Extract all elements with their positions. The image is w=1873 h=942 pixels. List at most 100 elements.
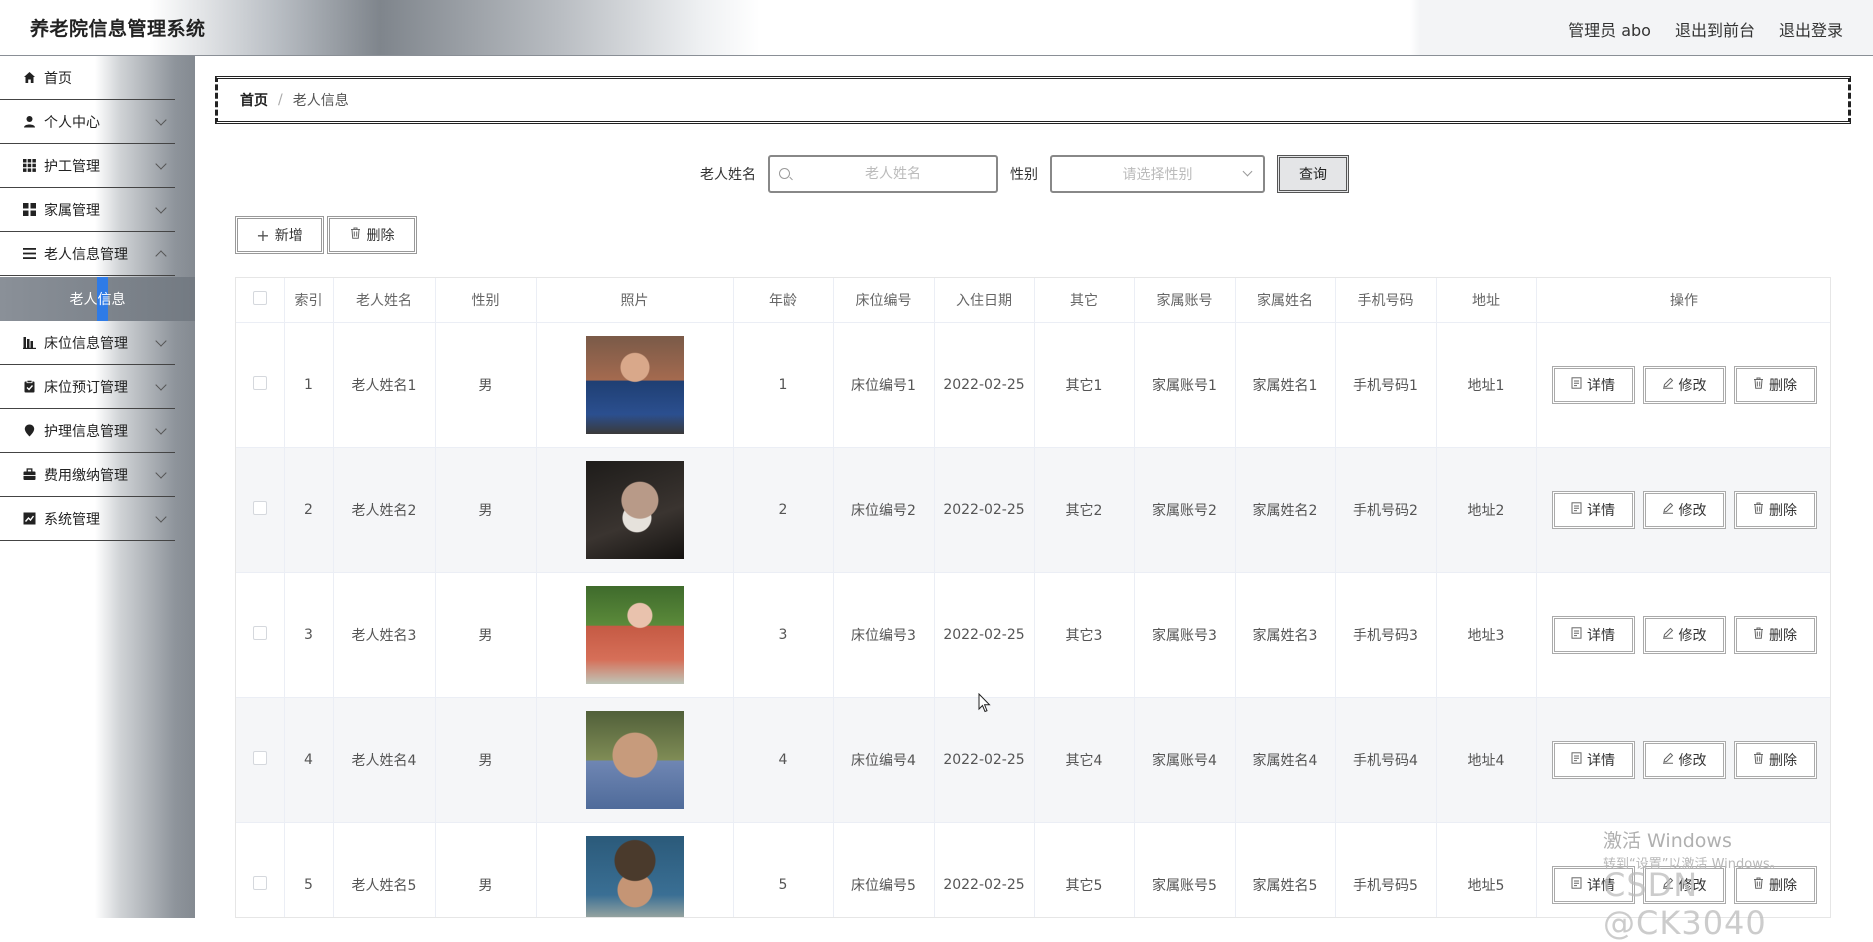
breadcrumb-separator: /: [278, 92, 283, 108]
cell-family-account: 家属账号5: [1134, 822, 1236, 917]
cell-bed: 床位编号1: [833, 322, 935, 448]
sidebar-subitem-elder-info[interactable]: 老人信息: [0, 277, 195, 321]
cell-phone: 手机号码5: [1335, 822, 1437, 917]
delete-button[interactable]: 删除: [1733, 490, 1817, 529]
pencil-icon: [1662, 752, 1674, 767]
cell-age: 2: [733, 447, 834, 573]
table-row[interactable]: 4 老人姓名4 男 4 床位编号4 2022-02-25 其它4 家属账号4 家属姓名4 手机号码…: [236, 697, 1830, 823]
cell-date: 2022-02-25: [934, 822, 1035, 917]
admin-user-label[interactable]: 管理员 abo: [1568, 17, 1651, 41]
breadcrumb-current: 老人信息: [292, 93, 349, 109]
gender-select[interactable]: 请选择性别: [1050, 155, 1265, 193]
document-icon: [1571, 877, 1582, 892]
cell-gender: 男: [435, 572, 537, 698]
sidebar-item-bed-booking[interactable]: 床位预订管理: [0, 365, 175, 409]
edit-button-label: 修改: [1678, 627, 1707, 644]
detail-button[interactable]: 详情: [1551, 365, 1635, 404]
detail-button[interactable]: 详情: [1551, 615, 1635, 654]
cell-index: 2: [284, 447, 334, 573]
row-select-cell: [236, 322, 285, 448]
sidebar-item-fees[interactable]: 费用缴纳管理: [0, 453, 175, 497]
sidebar-item-system[interactable]: 系统管理: [0, 497, 175, 541]
delete-button[interactable]: 删除: [1733, 740, 1817, 779]
cell-name: 老人姓名3: [333, 572, 436, 698]
row-checkbox[interactable]: [252, 625, 267, 640]
cell-address: 地址4: [1436, 697, 1537, 823]
cell-family-name: 家属姓名2: [1235, 447, 1336, 573]
location-icon: [22, 424, 36, 438]
elder-photo: [585, 585, 684, 684]
row-select-cell: [236, 697, 285, 823]
trash-icon: [350, 227, 361, 243]
row-select-cell: [236, 447, 285, 573]
row-checkbox[interactable]: [252, 875, 267, 890]
cell-index: 4: [284, 697, 334, 823]
delete-button-label: 删除: [1769, 877, 1797, 894]
table-row[interactable]: 1 老人姓名1 男 1 床位编号1 2022-02-25 其它1 家属账号1 家属姓名1 手机号码…: [236, 322, 1830, 448]
home-icon: [22, 71, 36, 85]
sidebar-item-caregiver[interactable]: 护工管理: [0, 144, 175, 188]
cell-phone: 手机号码1: [1335, 322, 1437, 448]
delete-button[interactable]: 删除: [1733, 615, 1817, 654]
delete-button[interactable]: 删除: [1733, 865, 1817, 904]
edit-button[interactable]: 修改: [1642, 365, 1726, 404]
cell-other: 其它3: [1034, 572, 1135, 698]
sidebar-item-bed-info[interactable]: 床位信息管理: [0, 321, 175, 365]
add-button[interactable]: + 新增: [235, 216, 324, 254]
query-button[interactable]: 查询: [1277, 155, 1349, 193]
detail-button[interactable]: 详情: [1551, 865, 1635, 904]
gender-select-placeholder: 请选择性别: [1122, 167, 1193, 183]
edit-button[interactable]: 修改: [1642, 865, 1726, 904]
logout-link[interactable]: 退出登录: [1779, 17, 1843, 41]
detail-button[interactable]: 详情: [1551, 740, 1635, 779]
sidebar-item-label: 床位信息管理: [44, 335, 128, 352]
cell-gender: 男: [435, 697, 537, 823]
operations-cell: 详情 修改 删除: [1536, 322, 1830, 448]
cell-gender: 男: [435, 322, 537, 448]
sidebar-item-label: 护工管理: [44, 158, 100, 175]
edit-button[interactable]: 修改: [1642, 490, 1726, 529]
chevron-down-icon: [155, 467, 167, 479]
cell-family-account: 家属账号2: [1134, 447, 1236, 573]
cell-other: 其它2: [1034, 447, 1135, 573]
table-row[interactable]: 3 老人姓名3 男 3 床位编号3 2022-02-25 其它3 家属账号3 家属姓名3 手机号码…: [236, 572, 1830, 698]
cell-family-account: 家属账号1: [1134, 322, 1236, 448]
batch-delete-button[interactable]: 删除: [327, 216, 417, 254]
elder-photo: [585, 460, 684, 559]
table-row[interactable]: 2 老人姓名2 男 2 床位编号2 2022-02-25 其它2 家属账号2 家属姓名2 手机号码…: [236, 447, 1830, 573]
cell-family-account: 家属账号4: [1134, 697, 1236, 823]
cell-address: 地址5: [1436, 822, 1537, 917]
cell-index: 1: [284, 322, 334, 448]
detail-button[interactable]: 详情: [1551, 490, 1635, 529]
breadcrumb-home[interactable]: 首页: [240, 90, 268, 110]
edit-button-label: 修改: [1678, 877, 1707, 894]
sidebar-item-elder-info[interactable]: 老人信息管理: [0, 232, 175, 276]
sidebar-item-nursing[interactable]: 护理信息管理: [0, 409, 175, 453]
edit-button[interactable]: 修改: [1642, 740, 1726, 779]
table-row[interactable]: 5 老人姓名5 男 5 床位编号5 2022-02-25 其它5 家属账号5 家属姓名5 手机号码…: [236, 822, 1830, 917]
document-icon: [1571, 752, 1582, 767]
sidebar-item-home[interactable]: 首页: [0, 56, 175, 100]
row-select-cell: [236, 572, 285, 698]
row-checkbox[interactable]: [252, 750, 267, 765]
row-checkbox[interactable]: [252, 500, 267, 515]
name-search-input[interactable]: [770, 166, 996, 182]
row-checkbox[interactable]: [252, 375, 267, 390]
operations-cell: 详情 修改 删除: [1536, 697, 1830, 823]
detail-button-label: 详情: [1587, 377, 1615, 394]
delete-button[interactable]: 删除: [1733, 365, 1817, 404]
list-icon: [22, 247, 36, 261]
cell-name: 老人姓名5: [333, 822, 436, 917]
select-all-checkbox[interactable]: [252, 290, 267, 305]
edit-button[interactable]: 修改: [1642, 615, 1726, 654]
col-header: 老人姓名: [333, 278, 436, 323]
pencil-icon: [1662, 627, 1674, 642]
cell-family-name: 家属姓名3: [1235, 572, 1336, 698]
chevron-down-icon: [155, 114, 167, 126]
exit-to-front-link[interactable]: 退出到前台: [1675, 17, 1755, 41]
sidebar-item-personal-center[interactable]: 个人中心: [0, 100, 175, 144]
chevron-down-icon: [155, 511, 167, 523]
gender-filter-label: 性别: [1010, 167, 1038, 183]
delete-button-label: 删除: [1769, 377, 1797, 394]
sidebar-item-family[interactable]: 家属管理: [0, 188, 175, 232]
